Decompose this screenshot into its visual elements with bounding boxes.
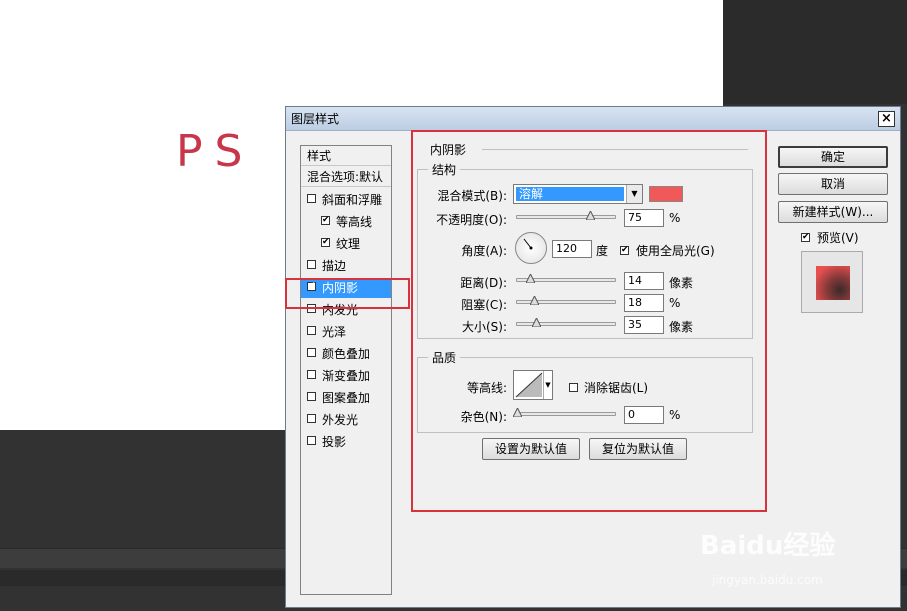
style-item[interactable]: 投影 (301, 432, 391, 452)
close-button[interactable]: × (878, 111, 895, 127)
dialog-title: 图层样式 (291, 112, 340, 126)
styles-header[interactable]: 样式 (301, 146, 391, 166)
style-item-label: 斜面和浮雕 (322, 193, 383, 207)
preview-checkbox[interactable]: ✔ (801, 233, 810, 242)
preview-label[interactable]: 预览(V) (817, 229, 859, 246)
baidu-logo: Baidu经验 (700, 531, 836, 561)
style-item-label: 渐变叠加 (322, 369, 371, 383)
style-checkbox[interactable] (307, 348, 316, 357)
style-checkbox[interactable] (307, 414, 316, 423)
style-item-label: 投影 (322, 435, 347, 449)
style-checkbox[interactable] (307, 326, 316, 335)
style-item-label: 纹理 (336, 237, 361, 251)
style-checkbox[interactable] (307, 370, 316, 379)
style-checkbox[interactable] (307, 392, 316, 401)
style-checkbox[interactable]: ✔ (321, 238, 330, 247)
style-preview-thumbnail (801, 251, 863, 313)
style-item-label: 光泽 (322, 325, 347, 339)
right-panel (723, 0, 907, 104)
style-checkbox[interactable] (307, 194, 316, 203)
new-style-button[interactable]: 新建样式(W)... (778, 201, 888, 223)
style-item[interactable]: ✔ 等高线 (301, 212, 391, 232)
blend-options-item[interactable]: 混合选项:默认 (301, 167, 391, 187)
style-item-label: 外发光 (322, 413, 359, 427)
style-item[interactable]: 颜色叠加 (301, 344, 391, 364)
style-checkbox[interactable] (307, 436, 316, 445)
preview-swatch (816, 266, 850, 300)
style-item-label: 描边 (322, 259, 347, 273)
styles-list: 样式 混合选项:默认 斜面和浮雕 ✔ 等高线 ✔ 纹理 描边 ✔ 内阴影 内发光 光泽 颜色叠加 渐变… (300, 145, 392, 595)
highlight-box-inner-shadow (285, 278, 410, 309)
style-item-label: 颜色叠加 (322, 347, 371, 361)
cancel-button[interactable]: 取消 (778, 173, 888, 195)
style-item-label: 图案叠加 (322, 391, 371, 405)
style-item[interactable]: 斜面和浮雕 (301, 190, 391, 210)
style-item[interactable]: 图案叠加 (301, 388, 391, 408)
style-item[interactable]: 渐变叠加 (301, 366, 391, 386)
highlight-box-settings (411, 130, 767, 512)
dialog-titlebar: 图层样式 (286, 107, 900, 131)
style-item[interactable]: 描边 (301, 256, 391, 276)
style-item[interactable]: ✔ 纹理 (301, 234, 391, 254)
canvas-ps-text: PS (176, 126, 255, 177)
style-item-label: 等高线 (336, 215, 373, 229)
ok-button[interactable]: 确定 (778, 146, 888, 168)
style-item[interactable]: 光泽 (301, 322, 391, 342)
style-checkbox[interactable]: ✔ (321, 216, 330, 225)
style-checkbox[interactable] (307, 260, 316, 269)
style-item[interactable]: 外发光 (301, 410, 391, 430)
baidu-url: jingyan.baidu.com (712, 573, 823, 587)
